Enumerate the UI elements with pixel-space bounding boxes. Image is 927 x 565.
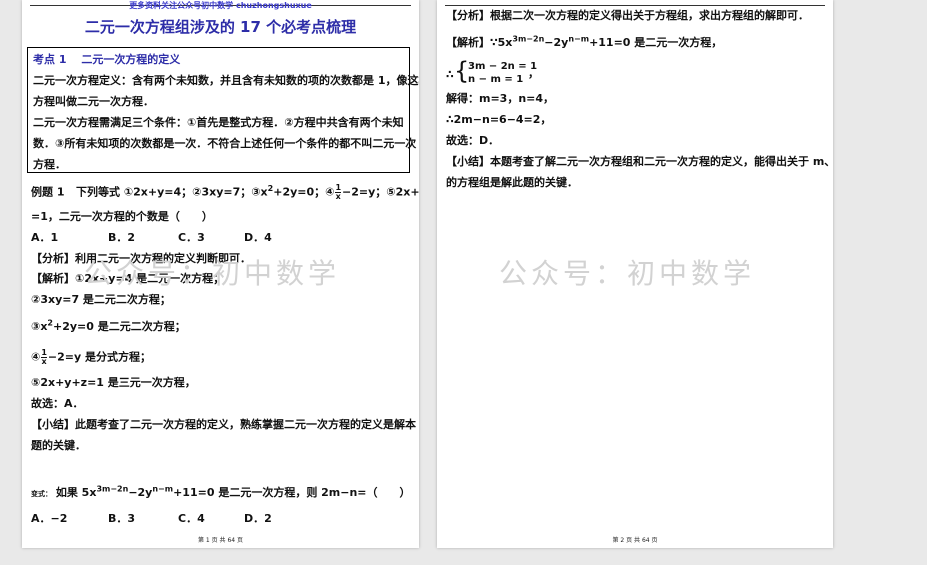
solution-text: +2y=0 是二元二次方程； bbox=[53, 320, 186, 333]
header-rule bbox=[445, 5, 825, 6]
example-stem-text: +2y=0；④ bbox=[273, 185, 335, 199]
system-comma: ， bbox=[528, 67, 539, 80]
example-stem-text: 下列等式 ①2x+y=4；②3xy=7；③x bbox=[75, 185, 268, 199]
definition-line: 二元一次方程需满足三个条件：①首先是整式方程．②方程中共含有两个未知 bbox=[33, 116, 404, 129]
page-footer: 第 2 页 共 64 页 bbox=[612, 537, 658, 544]
solution-line: ④ 1 x −2=y 是分式方程； bbox=[31, 349, 151, 366]
example-label: 例题 1 bbox=[31, 185, 65, 199]
solution-text: −2=y 是分式方程； bbox=[47, 350, 151, 364]
solution-text: ④ bbox=[31, 350, 41, 364]
page-footer: 第 1 页 共 64 页 bbox=[198, 537, 243, 544]
option-b: B．2 bbox=[108, 231, 136, 244]
system-equation-1: 3m − 2n = 1 bbox=[468, 61, 538, 72]
definition-line: 数．③所有未知项的次数都是一次．不符合上述任何一个条件的都不叫二元一次 bbox=[33, 137, 417, 150]
exponent: n−m bbox=[568, 34, 590, 44]
definition-line: 二元一次方程定义：含有两个未知数，并且含有未知数的项的次数都是 1，像这样 bbox=[33, 74, 419, 87]
summary-line: 【小结】本题考查了解二元一次方程组和二元一次方程的定义，能得出关于 m、n bbox=[446, 155, 833, 168]
fraction-denominator: x bbox=[41, 357, 47, 366]
summary-line: 的方程组是解此题的关键． bbox=[446, 176, 578, 189]
header-rule: 更多资料关注公众号初中数学 chuzhongshuxue bbox=[30, 1, 411, 10]
option-b: B．3 bbox=[108, 512, 136, 525]
summary-line: 【小结】此题考查了二元一次方程的定义，熟练掌握二元一次方程的定义是解本 bbox=[31, 418, 416, 431]
solution-line: ∴2m−n=6−4=2， bbox=[446, 113, 552, 126]
example-stem-line-2: =1，二元一次方程的个数是（ ） bbox=[31, 210, 213, 223]
solution-text: ③x bbox=[31, 320, 48, 333]
fraction: 1x bbox=[335, 184, 342, 201]
solution-line: ⑤2x+y+z=1 是三元一次方程， bbox=[31, 376, 196, 389]
example-stem-line-1: 例题 1 下列等式 ①2x+y=4；②3xy=7；③x2+2y=0；④ 1 x −2=… bbox=[31, 184, 419, 201]
watermark: 公众号：初中数学 bbox=[499, 257, 756, 290]
solution-line: 【解析】∵5x3m−2n−2yn−m+11=0 是二元一次方程， bbox=[446, 34, 723, 50]
variant-question: 变式： 如果 5x3m−2n−2yn−m+11=0 是二元一次方程，则 2m−n… bbox=[31, 484, 411, 501]
solution-text: 【解析】∵5x bbox=[446, 36, 513, 49]
solution-line: 解得：m=3，n=4， bbox=[446, 92, 555, 105]
therefore-symbol: ∴ bbox=[446, 68, 454, 81]
variant-text: −2y bbox=[128, 486, 153, 499]
option-d: D．2 bbox=[244, 512, 272, 525]
fraction-denominator: x bbox=[335, 192, 341, 201]
solution-text: +11=0 是二元一次方程， bbox=[589, 36, 723, 49]
solution-line: ③x2+2y=0 是二元二次方程； bbox=[31, 319, 186, 334]
brace-icon: { bbox=[454, 57, 470, 85]
definition-box: 考点 1 二元一次方程的定义 二元一次方程定义：含有两个未知数，并且含有未知数的… bbox=[27, 47, 419, 173]
option-a: A．1 bbox=[31, 231, 59, 244]
summary-line: 题的关键． bbox=[31, 439, 86, 452]
solution-line: ②3xy=7 是二元二次方程； bbox=[31, 293, 171, 306]
analysis-text: 【分析】根据二次一次方程的定义得出关于方程组，求出方程组的解即可． bbox=[446, 9, 809, 22]
option-d: D．4 bbox=[244, 231, 272, 244]
exponent: n−m bbox=[152, 484, 174, 494]
fraction: 1x bbox=[41, 349, 47, 366]
answer-line: 故选：A． bbox=[31, 397, 84, 410]
option-a: A．−2 bbox=[31, 512, 68, 525]
analysis-text: 【分析】利用二元一次方程的定义判断即可． bbox=[31, 252, 251, 265]
solution-text: −2y bbox=[544, 36, 569, 49]
option-c: C．3 bbox=[178, 231, 205, 244]
variant-label: 变式： bbox=[31, 490, 52, 498]
exponent: 3m−2n bbox=[512, 34, 545, 44]
answer-line: 故选：D． bbox=[446, 134, 500, 147]
system-equation-2: n − m = 1 bbox=[468, 74, 524, 85]
definition-line: 方程叫做二元一次方程． bbox=[33, 95, 154, 108]
definition-line: 方程． bbox=[33, 158, 66, 171]
example-stem-text: −2=y；⑤2x+y+z bbox=[342, 185, 419, 199]
solution-line: 【解析】①2x+y=4 是二元一次方程； bbox=[31, 272, 225, 285]
exponent: 3m−2n bbox=[96, 484, 129, 494]
page-header: 更多资料关注公众号初中数学 chuzhongshuxue bbox=[129, 1, 312, 10]
variant-text: +11=0 是二元一次方程，则 2m−n=（ ） bbox=[173, 486, 411, 499]
section-heading: 考点 1 二元一次方程的定义 bbox=[33, 53, 181, 66]
document-page-1: 更多资料关注公众号初中数学 chuzhongshuxue 二元一次方程组涉及的 … bbox=[22, 0, 419, 548]
document-title: 二元一次方程组涉及的 17 个必考点梳理 bbox=[84, 18, 357, 36]
variant-text: 如果 5x bbox=[55, 486, 97, 499]
document-page-2: 【分析】根据二次一次方程的定义得出关于方程组，求出方程组的解即可． 【解析】∵5… bbox=[437, 0, 833, 548]
option-c: C．4 bbox=[178, 512, 205, 525]
